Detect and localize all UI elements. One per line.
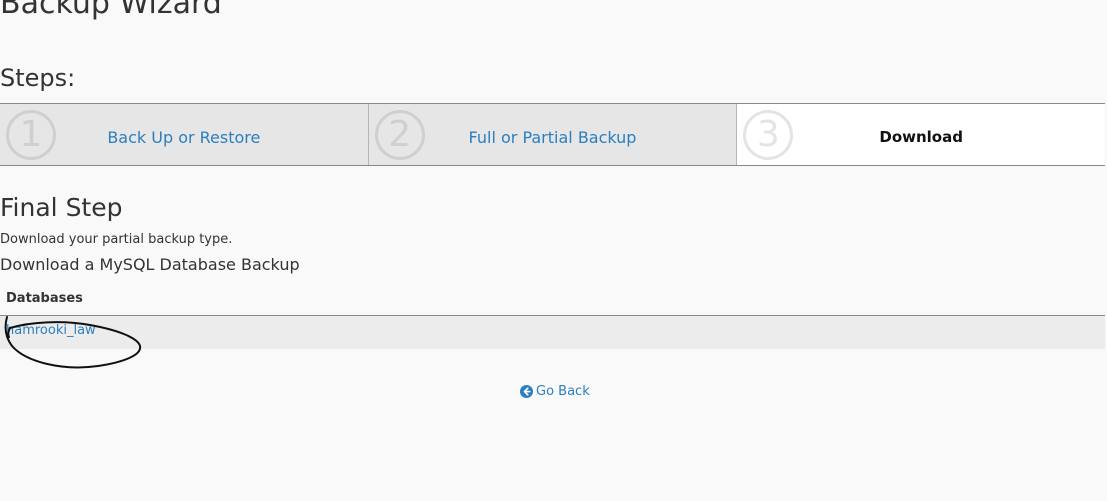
step-label-download: Download xyxy=(879,128,963,146)
step-full-or-partial-backup[interactable]: 2 Full or Partial Backup xyxy=(368,104,738,165)
databases-table: Databases hamrooki_law xyxy=(0,289,1105,349)
step-back-up-or-restore[interactable]: 1 Back Up or Restore xyxy=(0,104,369,165)
databases-header: Databases xyxy=(0,289,1105,316)
subsection-title: Download a MySQL Database Backup xyxy=(0,255,300,274)
go-back-label[interactable]: Go Back xyxy=(536,384,590,399)
arrow-circle-left-icon xyxy=(520,385,533,398)
table-row: hamrooki_law xyxy=(0,316,1105,349)
section-title: Final Step xyxy=(0,193,123,222)
section-description: Download your partial backup type. xyxy=(0,232,233,247)
wizard-steps: 1 Back Up or Restore 2 Full or Partial B… xyxy=(0,103,1106,166)
database-download-link[interactable]: hamrooki_law xyxy=(6,323,96,338)
steps-heading: Steps: xyxy=(0,64,76,92)
go-back-link[interactable]: Go Back xyxy=(520,384,590,399)
step-label-back-up-or-restore[interactable]: Back Up or Restore xyxy=(0,128,368,147)
step-download: 3 Download xyxy=(737,104,1106,165)
step-label-full-or-partial-backup[interactable]: Full or Partial Backup xyxy=(369,128,737,147)
page-title: Backup Wizard xyxy=(0,0,222,21)
